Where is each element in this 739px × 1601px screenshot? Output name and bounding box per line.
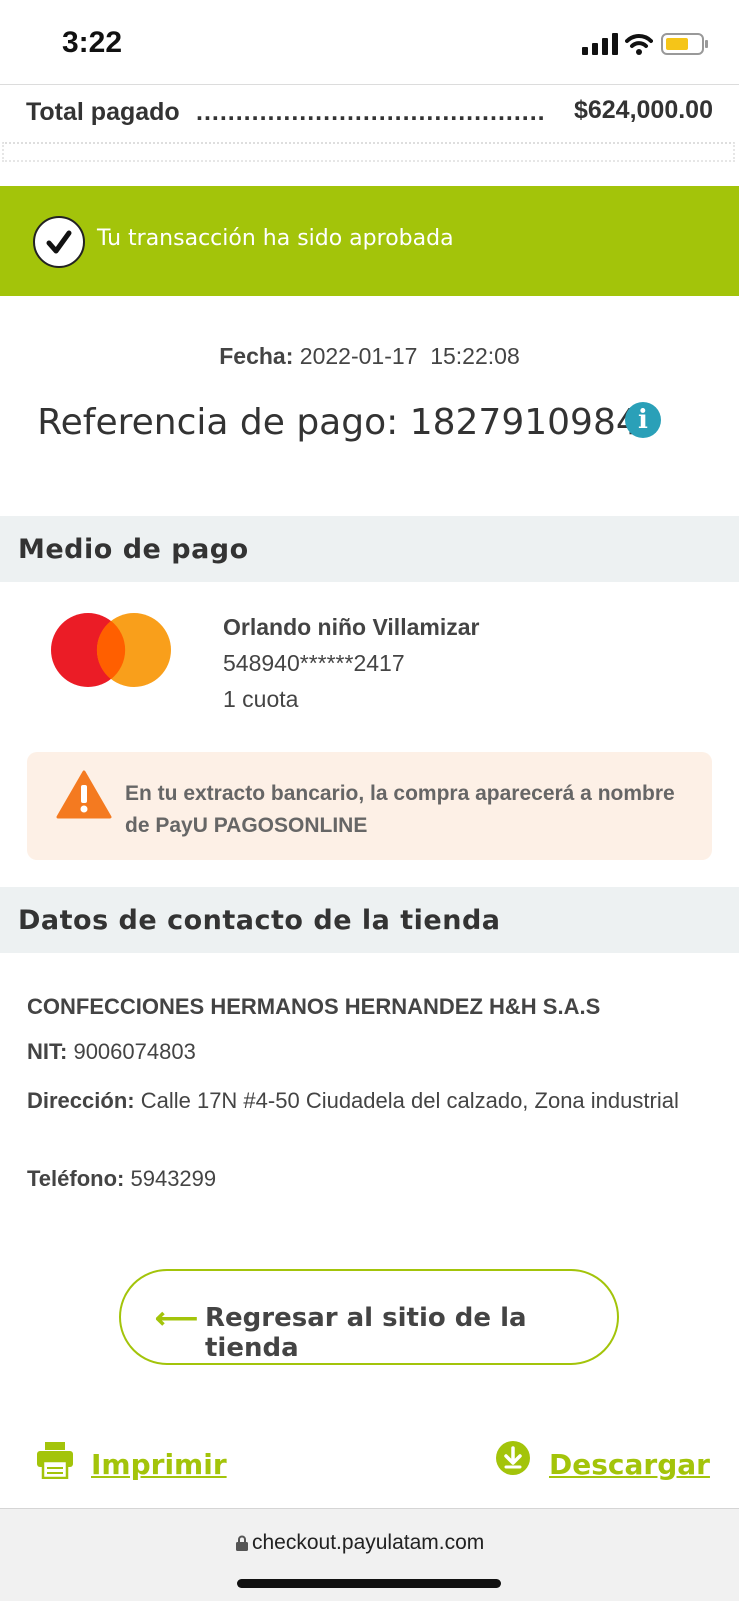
payment-method-title: Medio de pago: [18, 534, 249, 565]
warning-icon: [56, 770, 112, 819]
url-text: checkout.payulatam.com: [252, 1531, 485, 1554]
arrow-left-icon: ⟵: [155, 1302, 199, 1335]
browser-address-bar[interactable]: checkout.payulatam.com: [0, 1508, 739, 1601]
reference-label: Referencia de pago:: [37, 402, 399, 443]
address-value: Calle 17N #4-50 Ciudadela del calzado, Z…: [140, 1088, 679, 1113]
card-holder-name: Orlando niño Villamizar: [223, 614, 480, 640]
total-row: Total pagado ...........................…: [0, 84, 739, 140]
download-icon[interactable]: [495, 1440, 531, 1476]
date-label: Fecha:: [219, 343, 294, 369]
notice-text: En tu extracto bancario, la compra apare…: [125, 782, 675, 837]
bank-statement-notice: En tu extracto bancario, la compra apare…: [27, 752, 712, 860]
wifi-icon: [625, 34, 653, 55]
battery-icon: [661, 33, 708, 55]
dotted-divider: [2, 142, 735, 162]
status-bar: 3:22: [0, 0, 739, 85]
payment-method-header: Medio de pago: [0, 516, 739, 582]
printer-icon[interactable]: [36, 1441, 74, 1479]
phone-value: 5943299: [130, 1166, 217, 1191]
store-name: CONFECCIONES HERMANOS HERNANDEZ H&H S.A.…: [27, 994, 601, 1019]
store-nit: NIT: 9006074803: [27, 1039, 196, 1065]
total-amount: $624,000.00: [573, 96, 713, 124]
check-icon: [33, 216, 85, 268]
total-dots: ........................................…: [196, 98, 546, 126]
payment-reference: Referencia de pago: 1827910984: [0, 402, 676, 443]
address-label: Dirección:: [27, 1088, 135, 1113]
info-icon[interactable]: i: [625, 402, 661, 438]
mastercard-icon: [51, 613, 171, 687]
nit-value: 9006074803: [73, 1039, 196, 1064]
store-contact-title: Datos de contacto de la tienda: [18, 905, 501, 936]
store-address: Dirección: Calle 17N #4-50 Ciudadela del…: [27, 1083, 717, 1119]
cellular-signal-icon: [582, 33, 618, 55]
lock-icon: [236, 1535, 248, 1551]
reference-value: 1827910984: [409, 402, 639, 443]
transaction-date: Fecha: 2022-01-17 15:22:08: [0, 343, 739, 370]
date-value: 2022-01-17 15:22:08: [299, 343, 520, 369]
phone-label: Teléfono:: [27, 1166, 125, 1191]
download-link[interactable]: Descargar: [549, 1448, 710, 1481]
card-installments: 1 cuota: [223, 686, 299, 712]
card-number: 548940******2417: [223, 650, 405, 676]
nit-label: NIT:: [27, 1039, 68, 1064]
total-label: Total pagado: [26, 98, 180, 126]
status-time: 3:22: [62, 26, 123, 59]
store-contact-header: Datos de contacto de la tienda: [0, 887, 739, 953]
back-to-store-label: Regresar al sitio de la tienda: [205, 1303, 527, 1363]
back-to-store-button[interactable]: ⟵ Regresar al sitio de la tienda: [119, 1269, 619, 1365]
home-indicator[interactable]: [237, 1579, 501, 1588]
approval-message: Tu transacción ha sido aprobada: [97, 226, 454, 251]
print-link[interactable]: Imprimir: [91, 1448, 227, 1481]
store-phone: Teléfono: 5943299: [27, 1166, 216, 1192]
approval-banner: Tu transacción ha sido aprobada: [0, 186, 739, 296]
